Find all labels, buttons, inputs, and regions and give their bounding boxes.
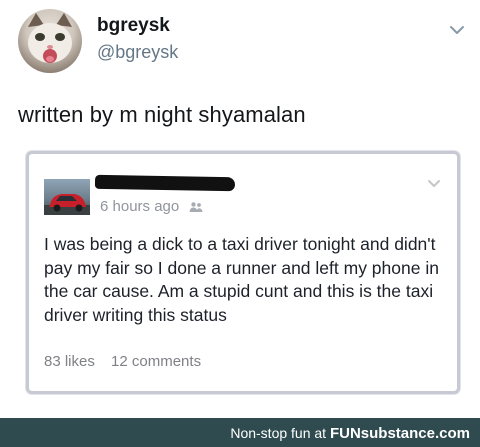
chevron-down-icon[interactable] [427,179,441,189]
handle[interactable]: @bgreysk [97,42,178,63]
avatar[interactable] [18,9,82,73]
tweet-text: written by m night shyamalan [18,102,306,127]
friends-icon [189,202,203,212]
cat-avatar-image [28,13,72,63]
embedded-post-card: 6 hours ago I was being a dick to a taxi… [26,151,460,394]
likes-count[interactable]: 83 likes [44,353,95,370]
footer-text: Non-stop fun at FUNsubstance.com [230,425,470,442]
post-stats: 83 likes 12 comments [44,353,213,370]
display-name[interactable]: bgreysk [97,15,170,37]
watermark-footer: Non-stop fun at FUNsubstance.com [0,418,480,447]
post-body: I was being a dick to a taxi driver toni… [44,234,439,325]
footer-prefix: Non-stop fun at [230,425,330,441]
tweet: bgreysk @bgreysk written by m night shya… [0,0,480,418]
redacted-name [94,174,236,192]
post-thumbnail[interactable] [44,179,90,215]
comments-count[interactable]: 12 comments [111,353,201,370]
car-image [44,194,90,215]
chevron-down-icon[interactable] [449,24,465,36]
post-timestamp[interactable]: 6 hours ago [100,198,179,215]
footer-brand: FUNsubstance.com [329,425,470,442]
